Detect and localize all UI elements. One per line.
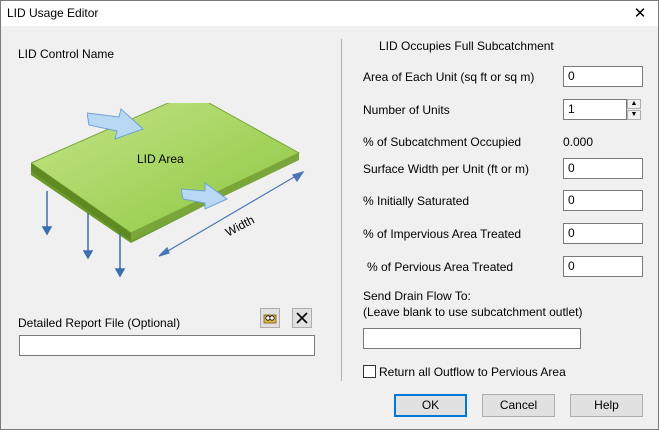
window-title: LID Usage Editor [7, 6, 99, 20]
pervious-treated-label: % of Pervious Area Treated [367, 260, 514, 274]
number-of-units-input[interactable]: 1 [563, 99, 627, 120]
spin-up-icon[interactable]: ▲ [627, 99, 641, 109]
subcatchment-occupied-label: % of Subcatchment Occupied [363, 135, 522, 149]
help-button[interactable]: Help [570, 394, 643, 417]
area-each-unit-label: Area of Each Unit (sq ft or sq m) [363, 70, 535, 84]
drain-flow-input[interactable] [363, 328, 581, 349]
initially-saturated-input[interactable]: 0 [563, 190, 643, 211]
number-of-units-label: Number of Units [363, 103, 450, 117]
browse-folder-icon[interactable] [260, 308, 280, 328]
clear-x-icon[interactable] [292, 308, 312, 328]
lid-area-diagram [31, 103, 305, 278]
lid-usage-editor-window: LID Usage Editor ✕ LID Control Name LID … [0, 0, 659, 430]
impervious-treated-input[interactable]: 0 [563, 223, 643, 244]
full-subcatchment-header: LID Occupies Full Subcatchment [379, 39, 554, 53]
return-outflow-label: Return all Outflow to Pervious Area [379, 365, 566, 379]
report-file-input[interactable] [19, 335, 315, 356]
drain-flow-label: Send Drain Flow To: [363, 289, 471, 303]
surface-width-input[interactable]: 0 [563, 158, 643, 179]
spin-down-icon[interactable]: ▼ [627, 110, 641, 120]
impervious-treated-label: % of Impervious Area Treated [363, 227, 522, 241]
surface-width-label: Surface Width per Unit (ft or m) [363, 162, 530, 176]
lid-area-label: LID Area [137, 152, 184, 166]
ok-button[interactable]: OK [394, 394, 467, 417]
drain-flow-hint: (Leave blank to use subcatchment outlet) [363, 305, 583, 319]
pervious-treated-input[interactable]: 0 [563, 256, 643, 277]
return-outflow-checkbox[interactable] [363, 365, 376, 378]
outflow-arrow-icon [181, 182, 228, 210]
close-icon[interactable]: ✕ [622, 1, 658, 26]
area-each-unit-input[interactable]: 0 [563, 66, 643, 87]
report-file-label: Detailed Report File (Optional) [18, 316, 181, 330]
subcatchment-occupied-value: 0.000 [563, 135, 594, 149]
cancel-button[interactable]: Cancel [482, 394, 555, 417]
lid-area-surface [31, 103, 301, 234]
title-bar: LID Usage Editor ✕ [1, 1, 658, 26]
lid-control-name-label: LID Control Name [18, 47, 115, 61]
initially-saturated-label: % Initially Saturated [363, 194, 470, 208]
inflow-arrow-icon [87, 108, 144, 140]
panel-divider [341, 39, 342, 381]
